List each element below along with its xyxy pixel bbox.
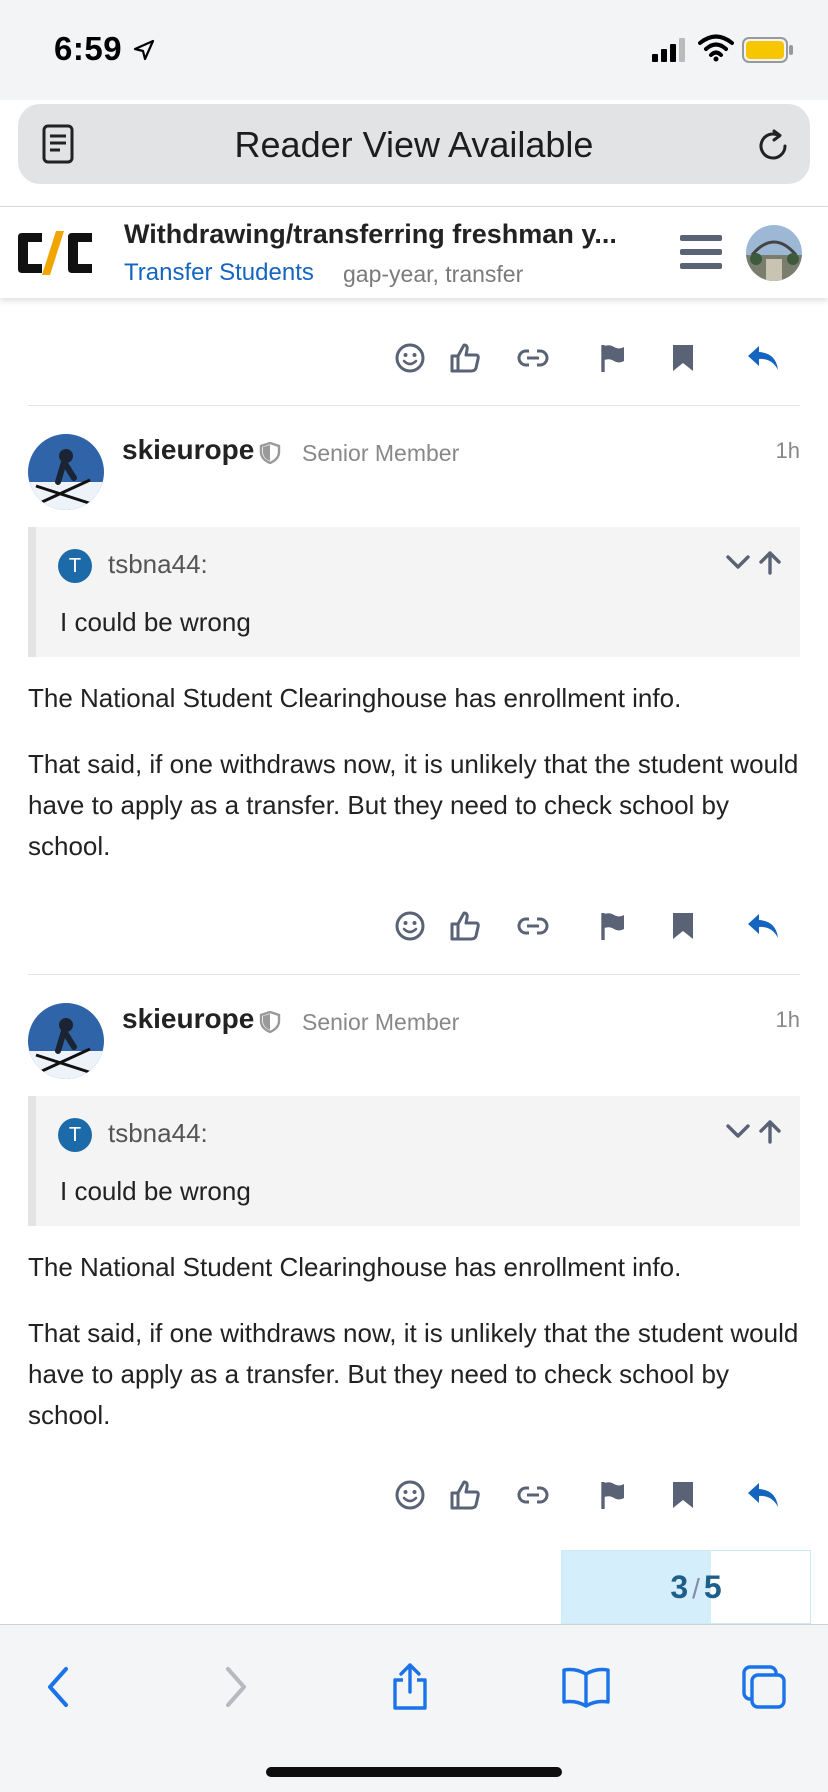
post-paragraph: The National Student Clearinghouse has e… [28, 1252, 682, 1282]
location-arrow-icon [133, 39, 155, 61]
flag-icon[interactable] [585, 898, 641, 954]
quote-author: tsbna44: [108, 549, 208, 579]
bookmark-icon[interactable] [655, 1467, 711, 1523]
cellular-signal-icon [652, 38, 685, 62]
user-title: Senior Member [302, 440, 460, 466]
battery-icon [742, 37, 793, 63]
progress-separator: / [692, 1573, 700, 1604]
status-bar: 6:59 [0, 0, 828, 100]
link-icon[interactable] [505, 898, 561, 954]
tabs-icon[interactable] [736, 1659, 792, 1715]
status-time: 6:59 [54, 30, 123, 67]
shield-icon [259, 1011, 281, 1033]
quote-author: tsbna44: [108, 1118, 208, 1148]
flag-icon[interactable] [585, 330, 641, 386]
post-actions [0, 898, 828, 958]
post-actions [0, 330, 828, 390]
quote-block: T tsbna44: I could be wrong [28, 1096, 800, 1226]
post-time[interactable]: 1h [776, 1007, 800, 1033]
shield-icon [259, 442, 281, 464]
post-time[interactable]: 1h [776, 438, 800, 464]
forward-icon[interactable] [208, 1659, 264, 1715]
post-actions [0, 1467, 828, 1527]
quote-block: T tsbna44: I could be wrong [28, 527, 800, 657]
arrow-up-icon[interactable] [759, 551, 781, 575]
site-logo[interactable] [14, 227, 96, 279]
home-indicator [266, 1767, 562, 1777]
arrow-up-icon[interactable] [759, 1120, 781, 1144]
address-bar[interactable]: Reader View Available [18, 104, 810, 184]
quote-text: I could be wrong [60, 1176, 251, 1206]
quote-text: I could be wrong [60, 607, 251, 637]
progress-text: 3/5 [562, 1569, 810, 1606]
topic-tags[interactable]: gap-year, transfer [343, 261, 523, 288]
user-title: Senior Member [302, 1009, 460, 1035]
post-avatar[interactable] [28, 434, 104, 510]
like-icon[interactable] [437, 1467, 493, 1523]
post-paragraph: The National Student Clearinghouse has e… [28, 683, 682, 713]
post: skieurope Senior Member 1h T tsbna44: I … [0, 406, 828, 951]
user-avatar[interactable] [746, 225, 802, 281]
post-username[interactable]: skieurope [122, 434, 254, 466]
post-paragraph: That said, if one withdraws now, it is u… [28, 1318, 799, 1430]
post-body: The National Student Clearinghouse has e… [28, 1247, 800, 1461]
quote-controls [726, 1120, 781, 1144]
topic-title[interactable]: Withdrawing/transferring freshman y... [124, 219, 624, 250]
share-icon[interactable] [382, 1659, 438, 1715]
flag-icon[interactable] [585, 1467, 641, 1523]
reload-icon[interactable] [753, 126, 793, 166]
browser-toolbar [0, 1624, 828, 1792]
bookmarks-icon[interactable] [558, 1659, 614, 1715]
progress-total: 5 [703, 1569, 722, 1605]
like-icon[interactable] [437, 330, 493, 386]
back-icon[interactable] [30, 1659, 86, 1715]
topic-header: Withdrawing/transferring freshman y... T… [0, 206, 828, 298]
bookmark-icon[interactable] [655, 330, 711, 386]
chevron-down-icon[interactable] [726, 555, 750, 569]
topic-progress[interactable]: 3/5 [561, 1550, 811, 1624]
post-avatar[interactable] [28, 1003, 104, 1079]
reply-icon[interactable] [735, 330, 791, 386]
emoji-reaction-icon[interactable] [382, 898, 438, 954]
chevron-down-icon[interactable] [726, 1124, 750, 1138]
post-paragraph: That said, if one withdraws now, it is u… [28, 749, 799, 861]
like-icon[interactable] [437, 898, 493, 954]
quote-avatar[interactable]: T [58, 549, 92, 583]
quote-controls [726, 551, 781, 575]
bookmark-icon[interactable] [655, 898, 711, 954]
progress-current: 3 [670, 1569, 689, 1605]
address-bar-text[interactable]: Reader View Available [18, 124, 810, 166]
emoji-reaction-icon[interactable] [382, 1467, 438, 1523]
reply-icon[interactable] [735, 1467, 791, 1523]
reply-icon[interactable] [735, 898, 791, 954]
quote-avatar[interactable]: T [58, 1118, 92, 1152]
link-icon[interactable] [505, 330, 561, 386]
post-body: The National Student Clearinghouse has e… [28, 678, 800, 892]
topic-category-link[interactable]: Transfer Students [124, 259, 314, 287]
link-icon[interactable] [505, 1467, 561, 1523]
emoji-reaction-icon[interactable] [382, 330, 438, 386]
post: skieurope Senior Member 1h T tsbna44: I … [0, 975, 828, 1520]
wifi-icon [698, 34, 734, 62]
post-username[interactable]: skieurope [122, 1003, 254, 1035]
hamburger-menu-icon[interactable] [680, 233, 722, 271]
